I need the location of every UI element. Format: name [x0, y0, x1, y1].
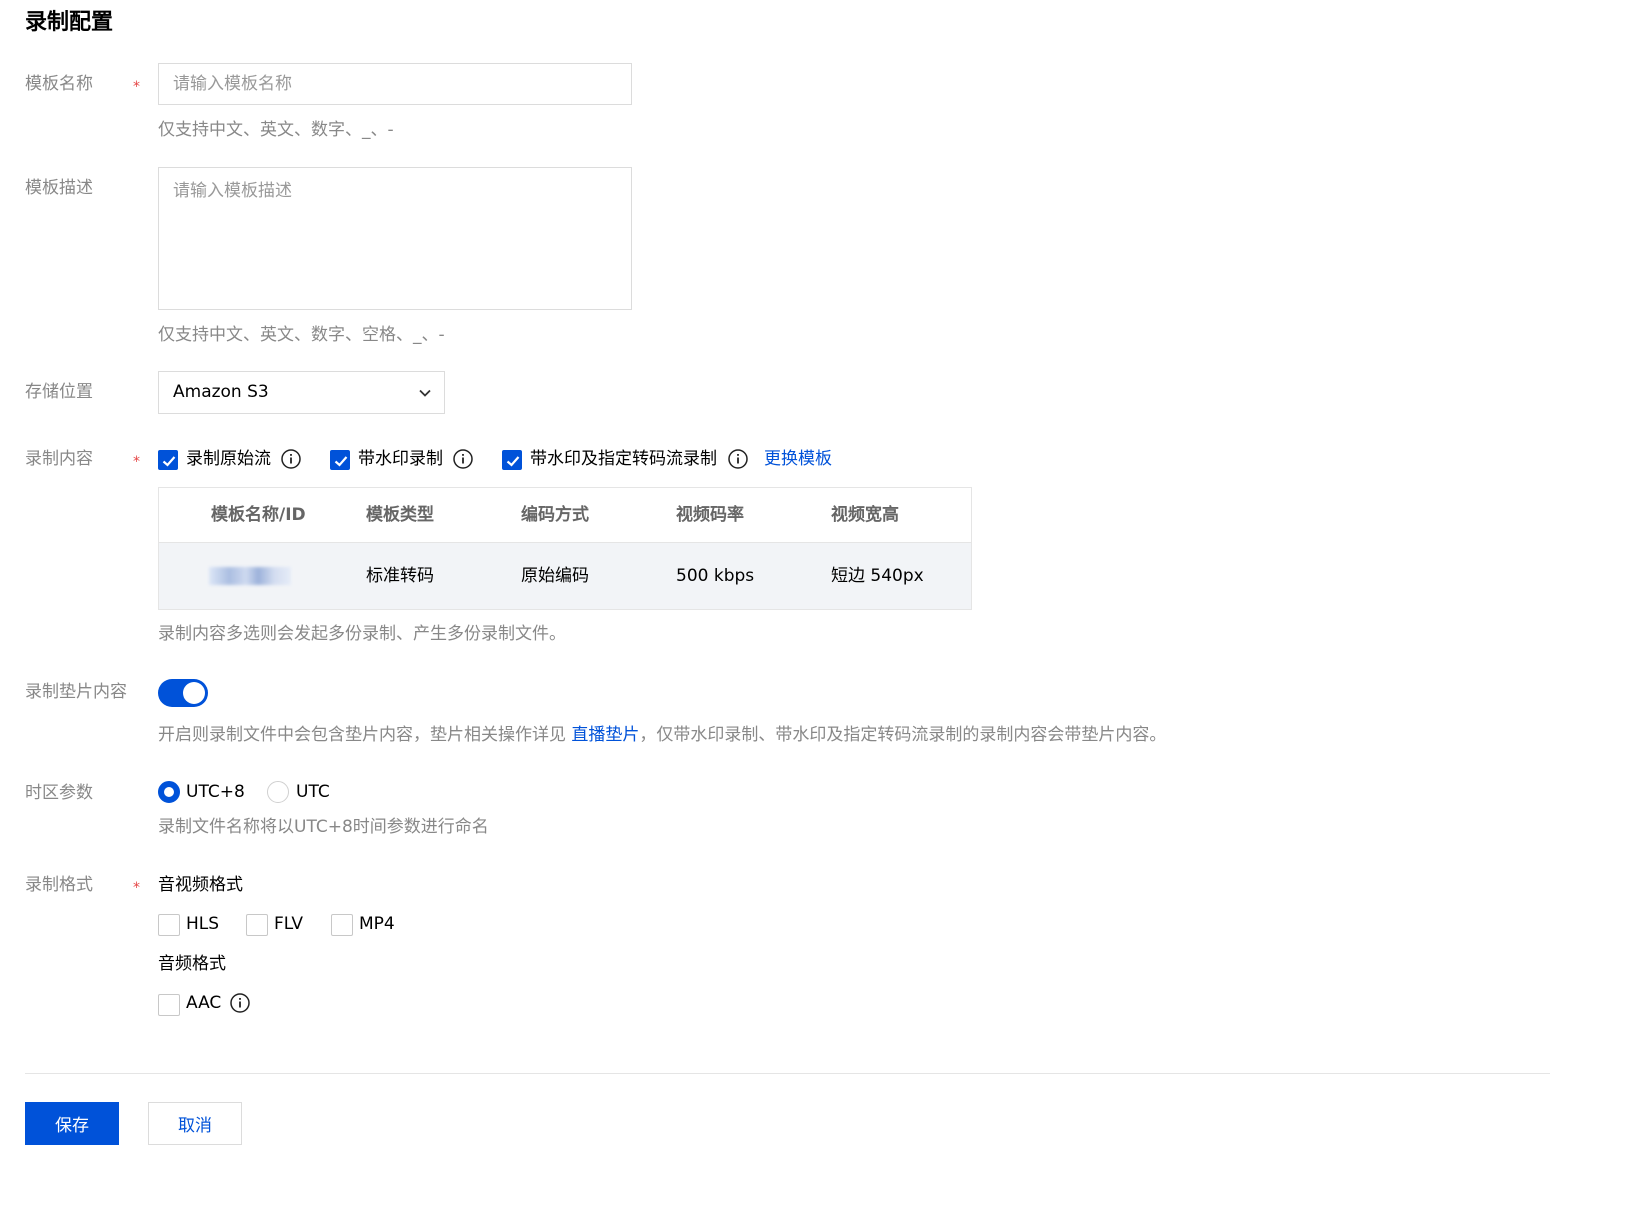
cancel-button[interactable]: 取消 [148, 1102, 242, 1145]
footer-divider [25, 1073, 1550, 1074]
record-content-hint: 录制内容多选则会发起多份录制、产生多份录制文件。 [158, 624, 566, 644]
record-watermark-transcode-checkbox[interactable] [502, 450, 522, 470]
col-header-bitrate: 视频码率 [676, 505, 744, 525]
timezone-utc8-label: UTC+8 [186, 782, 245, 802]
hls-checkbox[interactable] [158, 914, 180, 936]
template-name-hint: 仅支持中文、英文、数字、_、- [158, 120, 394, 140]
timezone-utc8-radio[interactable] [158, 781, 180, 803]
info-icon[interactable] [281, 449, 301, 469]
template-description-label: 模板描述 [25, 178, 93, 198]
record-original-label: 录制原始流 [186, 449, 271, 469]
table-row: 标准转码 原始编码 500 kbps 短边 540px [159, 543, 971, 609]
cell-type: 标准转码 [366, 566, 434, 586]
slate-doc-link[interactable]: 直播垫片 [571, 725, 639, 745]
timezone-utc-radio[interactable] [267, 781, 289, 803]
record-watermark-label: 带水印录制 [358, 449, 443, 469]
slate-toggle[interactable] [158, 679, 208, 707]
record-original-checkbox[interactable] [158, 450, 178, 470]
col-header-type: 模板类型 [366, 505, 434, 525]
cell-resolution: 短边 540px [831, 566, 924, 586]
required-mark: * [133, 454, 140, 470]
storage-select[interactable]: Amazon S3 [158, 371, 445, 414]
col-header-encoding: 编码方式 [521, 505, 589, 525]
chevron-down-icon [419, 389, 431, 397]
save-button[interactable]: 保存 [25, 1102, 119, 1145]
template-name-input[interactable] [158, 63, 632, 105]
record-content-label: 录制内容 [25, 449, 93, 469]
check-icon [162, 456, 176, 467]
storage-selected-value: Amazon S3 [173, 382, 269, 402]
format-label: 录制格式 [25, 875, 93, 895]
template-name-label: 模板名称 [25, 74, 93, 94]
cell-bitrate: 500 kbps [676, 566, 755, 586]
required-mark: * [133, 880, 140, 896]
toggle-knob [183, 682, 205, 704]
flv-label: FLV [274, 914, 304, 934]
info-icon[interactable] [728, 449, 748, 469]
info-icon[interactable] [230, 993, 250, 1013]
check-icon [506, 456, 520, 467]
flv-checkbox[interactable] [246, 914, 268, 936]
hls-label: HLS [186, 914, 220, 934]
template-description-input[interactable] [158, 167, 632, 310]
slate-hint-text: 开启则录制文件中会包含垫片内容，垫片相关操作详见 [158, 725, 566, 745]
slate-hint: 开启则录制文件中会包含垫片内容，垫片相关操作详见 直播垫片，仅带水印录制、带水印… [158, 723, 1166, 747]
table-header: 模板名称/ID 模板类型 编码方式 视频码率 视频宽高 [159, 488, 971, 543]
av-format-title: 音视频格式 [158, 875, 243, 895]
cell-encoding: 原始编码 [521, 566, 589, 586]
template-table: 模板名称/ID 模板类型 编码方式 视频码率 视频宽高 标准转码 原始编码 50… [158, 487, 972, 610]
mp4-checkbox[interactable] [331, 914, 353, 936]
col-header-name-id: 模板名称/ID [211, 505, 306, 525]
timezone-label: 时区参数 [25, 783, 93, 803]
record-watermark-checkbox[interactable] [330, 450, 350, 470]
change-template-link[interactable]: 更换模板 [764, 447, 832, 471]
check-icon [334, 456, 348, 467]
info-icon[interactable] [453, 449, 473, 469]
slate-label: 录制垫片内容 [25, 682, 127, 702]
mp4-label: MP4 [359, 914, 395, 934]
audio-format-title: 音频格式 [158, 954, 226, 974]
required-mark: * [133, 79, 140, 95]
aac-label: AAC [186, 993, 222, 1013]
aac-checkbox[interactable] [158, 994, 180, 1016]
slate-hint-text-after: ，仅带水印录制、带水印及指定转码流录制的录制内容会带垫片内容。 [639, 725, 1167, 745]
col-header-resolution: 视频宽高 [831, 505, 899, 525]
timezone-hint: 录制文件名称将以UTC+8时间参数进行命名 [158, 817, 489, 837]
redacted-template-id [209, 567, 291, 585]
page-title: 录制配置 [25, 10, 114, 35]
storage-label: 存储位置 [25, 382, 93, 402]
template-description-hint: 仅支持中文、英文、数字、空格、_、- [158, 325, 445, 345]
timezone-utc-label: UTC [296, 782, 330, 802]
record-watermark-transcode-label: 带水印及指定转码流录制 [530, 449, 717, 469]
